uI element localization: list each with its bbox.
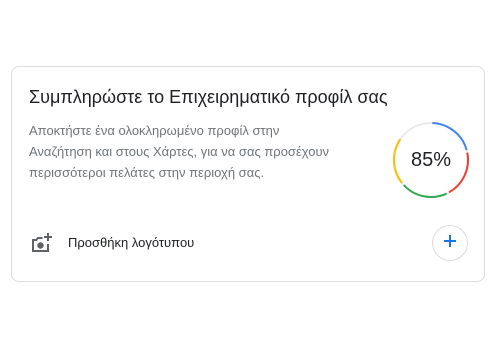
description-line-3: περισσότεροι πελάτες στην περιοχή σας.	[29, 165, 265, 180]
add-logo-button[interactable]	[432, 225, 468, 261]
completion-progress-ring: 85%	[391, 120, 471, 200]
profile-completion-card: Συμπληρώστε το Επιχειρηματικό προφίλ σας…	[11, 66, 485, 282]
add-photo-icon	[29, 231, 53, 255]
plus-icon	[443, 234, 457, 253]
add-logo-label: Προσθήκη λογότυπου	[68, 235, 195, 250]
progress-percent-label: 85%	[410, 148, 452, 171]
description-line-1: Αποκτήστε ένα ολοκληρωμένο προφίλ στην	[29, 123, 280, 138]
card-title: Συμπληρώστε το Επιχειρηματικό προφίλ σας	[29, 87, 388, 107]
card-description: Αποκτήστε ένα ολοκληρωμένο προφίλ στην Α…	[29, 120, 369, 183]
description-line-2: Αναζήτηση και στους Χάρτες, για να σας π…	[29, 144, 330, 159]
add-logo-row[interactable]: Προσθήκη λογότυπου	[29, 225, 469, 261]
